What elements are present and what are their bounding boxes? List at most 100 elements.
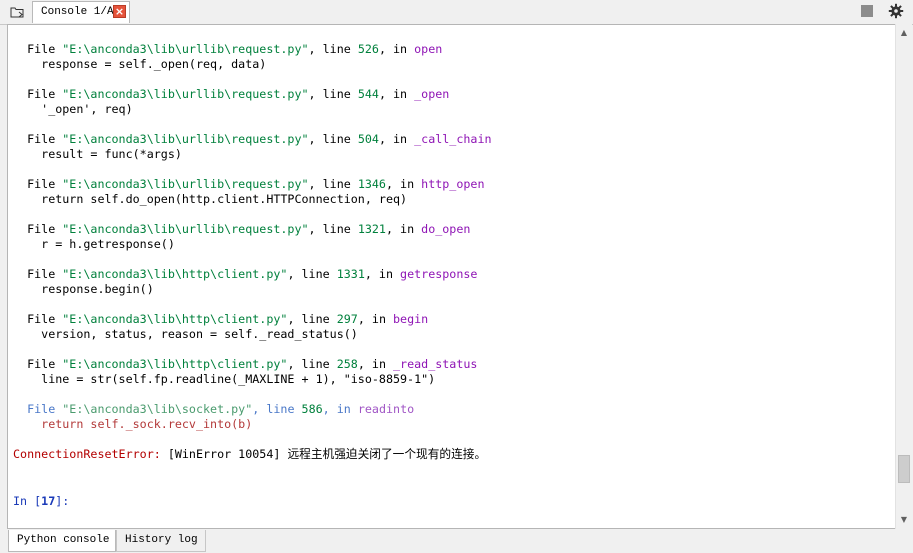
file-path: "E:\anconda3\lib\http\client.py" bbox=[62, 267, 288, 281]
source-code: version, status, reason = self._read_sta… bbox=[41, 327, 358, 341]
scroll-up-arrow-icon[interactable]: ▲ bbox=[896, 25, 912, 41]
traceback-file-line: File "E:\anconda3\lib\http\client.py", l… bbox=[13, 267, 477, 282]
function-name: do_open bbox=[421, 222, 471, 236]
in-keyword: , in bbox=[322, 402, 358, 416]
traceback-file-line: File "E:\anconda3\lib\urllib\request.py"… bbox=[13, 222, 470, 237]
traceback-code-line: '_open', req) bbox=[13, 102, 133, 117]
function-name: _open bbox=[414, 87, 450, 101]
line-number: 1331 bbox=[336, 267, 365, 281]
line-keyword: , line bbox=[308, 132, 358, 146]
source-code: line = str(self.fp.readline(_MAXLINE + 1… bbox=[41, 372, 436, 386]
line-keyword: , line bbox=[308, 87, 358, 101]
in-keyword: , in bbox=[378, 42, 415, 56]
console-tab[interactable]: Console 1/A × bbox=[32, 1, 130, 23]
browse-tabs-icon[interactable] bbox=[10, 5, 24, 19]
input-prompt[interactable]: In [17]: bbox=[13, 494, 69, 509]
line-keyword: , line bbox=[308, 222, 358, 236]
tab-history-log[interactable]: History log bbox=[116, 530, 206, 552]
file-path: "E:\anconda3\lib\socket.py" bbox=[62, 402, 253, 416]
in-keyword: , in bbox=[385, 177, 422, 191]
function-name: _call_chain bbox=[414, 132, 492, 146]
file-keyword: File bbox=[27, 177, 63, 191]
source-code: r = h.getresponse() bbox=[41, 237, 175, 251]
cropped-line: ─ ─ ─ ─ ─ ─ bbox=[13, 24, 105, 31]
vertical-scrollbar[interactable]: ▲ ▼ bbox=[895, 24, 912, 529]
in-keyword: , in bbox=[385, 222, 422, 236]
console-tab-label: Console 1/A bbox=[41, 6, 114, 18]
console-output[interactable]: ─ ─ ─ ─ ─ ─ File "E:\anconda3\lib\urllib… bbox=[7, 24, 895, 529]
line-keyword: , line bbox=[252, 402, 302, 416]
line-number: 526 bbox=[357, 42, 379, 56]
scrollbar-thumb[interactable] bbox=[898, 455, 910, 483]
line-number: 504 bbox=[357, 132, 379, 146]
file-keyword: File bbox=[27, 42, 63, 56]
traceback-file-line: File "E:\anconda3\lib\socket.py", line 5… bbox=[13, 402, 414, 417]
prompt-prefix: In [ bbox=[13, 494, 42, 508]
file-keyword: File bbox=[27, 402, 63, 416]
stop-icon[interactable] bbox=[861, 5, 873, 17]
file-path: "E:\anconda3\lib\http\client.py" bbox=[62, 312, 288, 326]
in-keyword: , in bbox=[378, 87, 415, 101]
traceback-file-line: File "E:\anconda3\lib\http\client.py", l… bbox=[13, 357, 477, 372]
file-keyword: File bbox=[27, 312, 63, 326]
close-icon[interactable]: × bbox=[113, 5, 126, 18]
file-path: "E:\anconda3\lib\urllib\request.py" bbox=[62, 87, 309, 101]
traceback-file-line: File "E:\anconda3\lib\urllib\request.py"… bbox=[13, 177, 485, 192]
line-keyword: , line bbox=[287, 267, 337, 281]
file-path: "E:\anconda3\lib\urllib\request.py" bbox=[62, 222, 309, 236]
file-keyword: File bbox=[27, 87, 63, 101]
source-code: result = func(*args) bbox=[41, 147, 182, 161]
tab-python-console[interactable]: Python console bbox=[8, 530, 116, 552]
error-line: ConnectionResetError: [WinError 10054] 远… bbox=[13, 447, 486, 462]
file-path: "E:\anconda3\lib\urllib\request.py" bbox=[62, 42, 309, 56]
traceback-code-line: return self._sock.recv_into(b) bbox=[13, 417, 252, 432]
prompt-suffix: ]: bbox=[55, 494, 70, 508]
traceback-code-line: line = str(self.fp.readline(_MAXLINE + 1… bbox=[13, 372, 435, 387]
function-name: http_open bbox=[421, 177, 485, 191]
line-number: 1321 bbox=[357, 222, 386, 236]
line-keyword: , line bbox=[308, 177, 358, 191]
traceback-file-line: File "E:\anconda3\lib\http\client.py", l… bbox=[13, 312, 428, 327]
bottom-tab-bar: Python console History log bbox=[0, 529, 913, 553]
function-name: begin bbox=[393, 312, 429, 326]
in-keyword: , in bbox=[378, 132, 415, 146]
function-name: _read_status bbox=[393, 357, 478, 371]
error-type: ConnectionResetError: bbox=[13, 447, 161, 461]
traceback-file-line: File "E:\anconda3\lib\urllib\request.py"… bbox=[13, 132, 492, 147]
line-number: 1346 bbox=[357, 177, 386, 191]
file-path: "E:\anconda3\lib\http\client.py" bbox=[62, 357, 288, 371]
traceback-code-line: result = func(*args) bbox=[13, 147, 182, 162]
line-number: 258 bbox=[336, 357, 358, 371]
line-keyword: , line bbox=[287, 312, 337, 326]
file-keyword: File bbox=[27, 357, 63, 371]
scroll-down-arrow-icon[interactable]: ▼ bbox=[896, 512, 912, 528]
console-tab-bar: Console 1/A × bbox=[0, 0, 913, 25]
source-code: return self.do_open(http.client.HTTPConn… bbox=[41, 192, 408, 206]
gear-icon[interactable] bbox=[888, 3, 904, 19]
line-keyword: , line bbox=[287, 357, 337, 371]
source-code: return self._sock.recv_into(b) bbox=[41, 417, 253, 431]
line-number: 544 bbox=[357, 87, 379, 101]
in-keyword: , in bbox=[357, 312, 394, 326]
in-keyword: , in bbox=[357, 357, 394, 371]
line-keyword: , line bbox=[308, 42, 358, 56]
in-keyword: , in bbox=[364, 267, 401, 281]
line-number: 297 bbox=[336, 312, 358, 326]
file-path: "E:\anconda3\lib\urllib\request.py" bbox=[62, 177, 309, 191]
function-name: getresponse bbox=[400, 267, 478, 281]
source-code: response = self._open(req, data) bbox=[41, 57, 267, 71]
function-name: open bbox=[414, 42, 443, 56]
source-code: '_open', req) bbox=[41, 102, 133, 116]
traceback-file-line: File "E:\anconda3\lib\urllib\request.py"… bbox=[13, 87, 449, 102]
file-keyword: File bbox=[27, 132, 63, 146]
line-number: 586 bbox=[301, 402, 323, 416]
file-keyword: File bbox=[27, 267, 63, 281]
traceback: ─ ─ ─ ─ ─ ─ File "E:\anconda3\lib\urllib… bbox=[13, 24, 893, 508]
file-keyword: File bbox=[27, 222, 63, 236]
error-message: [WinError 10054] 远程主机强迫关闭了一个现有的连接。 bbox=[160, 447, 487, 461]
traceback-code-line: response = self._open(req, data) bbox=[13, 57, 266, 72]
traceback-code-line: version, status, reason = self._read_sta… bbox=[13, 327, 358, 342]
file-path: "E:\anconda3\lib\urllib\request.py" bbox=[62, 132, 309, 146]
traceback-code-line: r = h.getresponse() bbox=[13, 237, 175, 252]
source-code: response.begin() bbox=[41, 282, 154, 296]
